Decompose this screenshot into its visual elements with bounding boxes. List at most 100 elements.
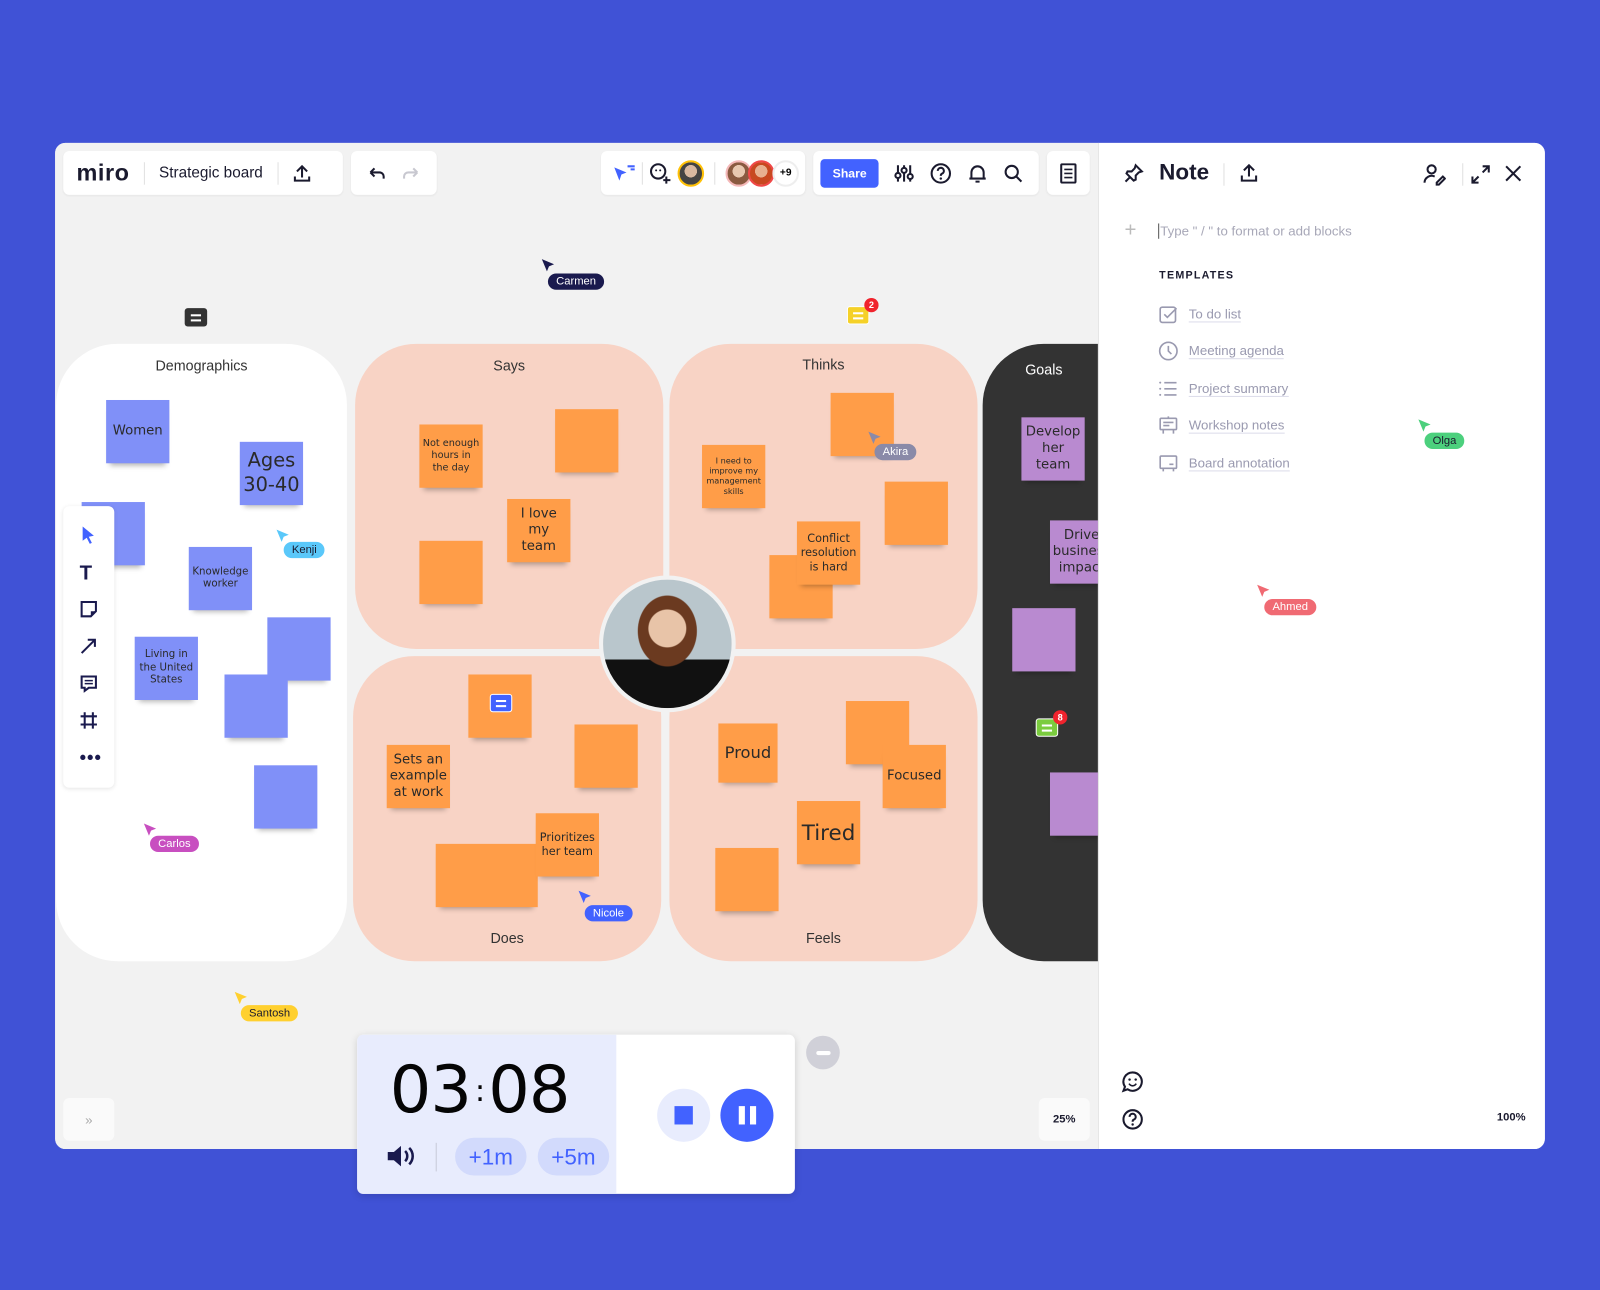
- frame-tool-icon[interactable]: [80, 711, 98, 729]
- comment-icon[interactable]: [489, 693, 513, 713]
- comment-tool-icon[interactable]: [80, 674, 98, 693]
- add-1-minute-button[interactable]: +1m: [455, 1137, 527, 1176]
- notes-icon[interactable]: [1059, 162, 1077, 184]
- add-5-minutes-button[interactable]: +5m: [537, 1137, 610, 1176]
- sticky-note[interactable]: Focused: [882, 744, 946, 809]
- sticky-note[interactable]: [435, 843, 538, 908]
- template-workshop-notes[interactable]: Workshop notes: [1158, 415, 1285, 435]
- sticky-text: Develop her team: [1025, 424, 1081, 473]
- sticky-note[interactable]: Not enough hours in the day: [419, 424, 483, 488]
- redo-icon[interactable]: [402, 166, 420, 180]
- help-icon[interactable]: [930, 162, 952, 184]
- avatar[interactable]: [677, 159, 705, 187]
- frame-title: Feels: [805, 929, 841, 946]
- sticky-note[interactable]: Conflict resolution is hard: [796, 521, 861, 585]
- cursor-arrow-icon: [868, 431, 881, 444]
- stop-timer-button[interactable]: [657, 1088, 711, 1142]
- sticky-note[interactable]: Prioritizes her team: [535, 813, 599, 877]
- sticky-note[interactable]: Proud: [718, 723, 778, 783]
- sticky-note[interactable]: [267, 617, 331, 681]
- sticky-note[interactable]: Knowledge worker: [188, 546, 253, 611]
- cursor-arrow-icon: [541, 259, 555, 272]
- feedback-smiley-icon[interactable]: [1121, 1070, 1143, 1093]
- cursor-arrow-icon: [1418, 419, 1431, 432]
- sticky-note[interactable]: [884, 481, 948, 545]
- share-access-icon[interactable]: [1423, 163, 1446, 186]
- notifications-bell-icon[interactable]: [968, 163, 988, 183]
- expand-panel-button[interactable]: »: [63, 1097, 115, 1141]
- templates-heading: TEMPLATES: [1159, 269, 1235, 282]
- comment-icon[interactable]: 2: [846, 297, 879, 325]
- sticky-note[interactable]: [715, 847, 779, 912]
- sticky-text: Conflict resolution is hard: [800, 532, 857, 574]
- follow-cursor-icon[interactable]: [613, 164, 635, 182]
- board-canvas[interactable]: Demographics Says Thinks Does Feels Goal…: [55, 142, 1098, 1149]
- share-button[interactable]: Share: [820, 158, 879, 188]
- sticky-note[interactable]: [1012, 608, 1076, 672]
- divider: [1462, 163, 1464, 186]
- frame-title: Says: [493, 357, 526, 374]
- select-tool-icon[interactable]: [81, 526, 97, 544]
- comment-icon[interactable]: [184, 308, 208, 327]
- avatar[interactable]: [747, 159, 775, 187]
- pause-timer-button[interactable]: [720, 1088, 774, 1142]
- sticky-note[interactable]: Sets an example at work: [386, 744, 450, 809]
- export-icon[interactable]: [292, 164, 310, 182]
- template-meeting-agenda[interactable]: Meeting agenda: [1158, 341, 1284, 361]
- sticky-note[interactable]: [254, 765, 318, 829]
- more-tools-icon[interactable]: •••: [80, 747, 102, 768]
- add-reaction-icon[interactable]: [649, 162, 671, 184]
- divider: [143, 161, 145, 185]
- sticky-note[interactable]: [224, 674, 288, 738]
- help-icon[interactable]: [1121, 1108, 1143, 1130]
- sticky-note[interactable]: Drive business impact: [1049, 520, 1098, 584]
- undo-icon[interactable]: [367, 166, 385, 180]
- sticky-note[interactable]: Living in the United States: [134, 636, 198, 700]
- more-collaborators-badge[interactable]: +9: [772, 159, 799, 187]
- sticky-note[interactable]: I need to improve my management skills: [702, 444, 766, 509]
- search-icon[interactable]: [1003, 163, 1023, 183]
- frame-title: Demographics: [155, 357, 248, 374]
- template-board-annotation[interactable]: Board annotation: [1158, 453, 1290, 473]
- sticky-note[interactable]: [574, 724, 638, 788]
- sound-icon[interactable]: [386, 1144, 419, 1168]
- sticky-text: Focused: [887, 768, 942, 784]
- close-icon[interactable]: [1504, 164, 1522, 182]
- sticky-note[interactable]: Ages 30-40: [239, 441, 304, 506]
- pause-icon: [738, 1106, 745, 1125]
- comment-icon[interactable]: 8: [1035, 710, 1068, 737]
- settings-sliders-icon[interactable]: [894, 163, 915, 183]
- note-zoom-level[interactable]: 100%: [1497, 1111, 1526, 1123]
- add-block-icon[interactable]: +: [1124, 219, 1136, 242]
- export-note-icon[interactable]: [1240, 163, 1258, 183]
- sticky-text: Women: [112, 423, 163, 439]
- frame-title: Does: [490, 929, 524, 946]
- pin-icon[interactable]: [1123, 163, 1144, 183]
- sticky-note[interactable]: Develop her team: [1021, 417, 1085, 481]
- sticky-note-tool-icon[interactable]: [80, 600, 98, 618]
- minimize-timer-button[interactable]: [806, 1035, 840, 1070]
- sticky-text: Sets an example at work: [389, 751, 447, 801]
- history-toolbar: [351, 151, 437, 195]
- expand-icon[interactable]: [1470, 164, 1490, 184]
- canvas-zoom-level[interactable]: 25%: [1038, 1097, 1090, 1141]
- sticky-note[interactable]: [1049, 772, 1098, 836]
- cursor-label: Kenji: [283, 541, 325, 559]
- sticky-note[interactable]: Tired: [796, 801, 861, 865]
- sticky-note[interactable]: Women: [106, 399, 170, 464]
- sticky-note[interactable]: I love my team: [507, 498, 571, 563]
- note-editor[interactable]: Type " / " to format or add blocks: [1158, 223, 1352, 239]
- sticky-note[interactable]: [419, 540, 483, 605]
- sticky-note[interactable]: [555, 409, 619, 473]
- checkbox-icon: [1159, 306, 1178, 324]
- text-tool-icon[interactable]: T: [80, 562, 92, 585]
- sticky-text: Not enough hours in the day: [422, 437, 480, 474]
- miro-logo[interactable]: miro: [77, 159, 130, 187]
- persona-photo: [598, 575, 736, 713]
- board-title[interactable]: Strategic board: [159, 164, 263, 181]
- divider: [714, 161, 716, 185]
- cursor-label: Ahmed: [1264, 598, 1317, 616]
- arrow-tool-icon[interactable]: [80, 637, 98, 655]
- template-to-do-list[interactable]: To do list: [1158, 304, 1242, 324]
- template-project-summary[interactable]: Project summary: [1158, 379, 1289, 399]
